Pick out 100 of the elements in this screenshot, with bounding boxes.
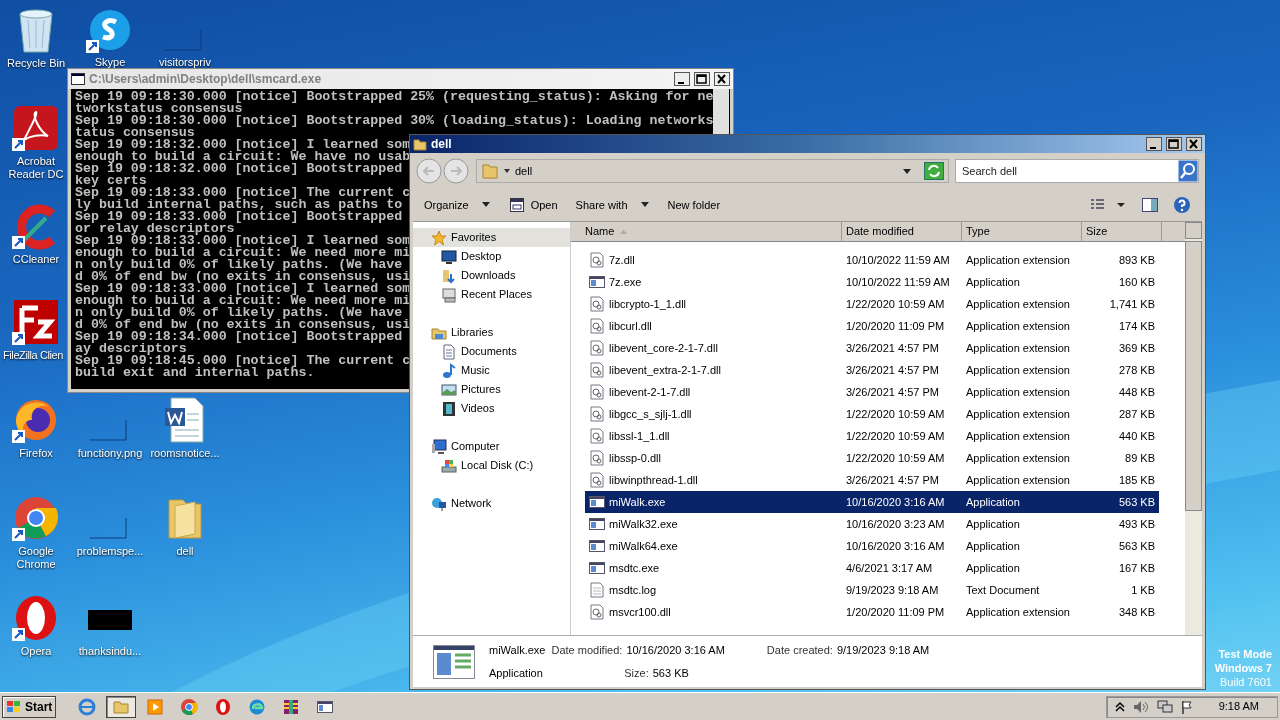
field-label: Size: [624, 665, 649, 681]
nav-item[interactable]: Videos [413, 399, 570, 418]
file-row[interactable]: msdtc.log 9/19/2023 9:18 AM Text Document 1 KB [585, 579, 1159, 601]
file-row[interactable]: miWalk32.exe 10/16/2020 3:23 AM Application 493 KB [585, 513, 1159, 535]
icon-label[interactable]: Google Chrome [5, 545, 67, 571]
sort-arrow-icon [620, 229, 628, 234]
maximize-icon[interactable] [1166, 137, 1182, 151]
table-cell-text: 10/10/2022 11:59 AM [845, 252, 951, 268]
nav-item[interactable]: Downloads [413, 266, 570, 285]
file-row[interactable]: libevent-2-1-7.dll 3/26/2021 4:57 PM Application extension 448 KB [585, 381, 1159, 403]
column-header[interactable]: Name [571, 222, 842, 241]
table-cell-text: Application extension [965, 428, 1071, 444]
nav-item[interactable]: Local Disk (C:) [413, 456, 570, 475]
console-line: enough to build a circuit: We need more mi [75, 247, 411, 259]
console-line: Sep 19 09:18:33.000 [notice] Bootstrapped [75, 211, 403, 223]
table-cell-text: 1/22/2020 10:59 AM [845, 450, 946, 466]
nav-item[interactable]: Favorites [413, 228, 570, 247]
file-row[interactable]: 7z.dll 10/10/2022 11:59 AM Application extension 893 KB [585, 249, 1159, 271]
icon-label[interactable]: Acrobat Reader DC [5, 155, 67, 181]
nav-item[interactable]: Computer [413, 437, 570, 456]
file-row[interactable]: libssp-0.dll 1/22/2020 10:59 AM Application extension 89 KB [585, 447, 1159, 469]
start-button[interactable]: Start [2, 695, 57, 718]
file-row[interactable]: miWalk64.exe 10/16/2020 3:16 AM Application 563 KB [585, 535, 1159, 557]
clock[interactable]: 9:18 AM [1218, 698, 1259, 715]
icon-label[interactable]: Recycle Bin [6, 57, 66, 70]
toolbar-button[interactable]: Organize [418, 193, 497, 217]
console-line: Sep 19 09:18:34.000 [notice] Bootstrapped [75, 331, 403, 343]
file-row[interactable]: libevent_core-2-1-7.dll 3/26/2021 4:57 PM Application extension 369 KB [585, 337, 1159, 359]
file-row[interactable]: msvcr100.dll 1/20/2020 11:09 PM Application extension 348 KB [585, 601, 1159, 623]
file-row[interactable]: libcrypto-1_1.dll 1/22/2020 10:59 AM Application extension 1,741 KB [585, 293, 1159, 315]
table-cell-text: 369 KB [1117, 340, 1155, 356]
file-name: 7z.dll [609, 252, 635, 268]
nav-item[interactable]: Libraries [413, 323, 570, 342]
file-row[interactable]: libwinpthread-1.dll 3/26/2021 4:57 PM Application extension 185 KB [585, 469, 1159, 491]
dll-file-icon [589, 406, 605, 422]
chevron-up-icon[interactable] [1114, 700, 1125, 713]
close-icon[interactable] [714, 72, 730, 86]
nav-item[interactable]: Desktop [413, 247, 570, 266]
refresh-icon[interactable] [924, 162, 944, 180]
nav-item[interactable]: Music [413, 361, 570, 380]
file-row[interactable]: msdtc.exe 4/6/2021 3:17 AM Application 167 KB [585, 557, 1159, 579]
table-cell-text: 1/20/2020 11:09 PM [845, 318, 946, 334]
icon-label[interactable]: visitorspriv [159, 56, 211, 68]
file-name: msdtc.log [609, 582, 657, 598]
column-header[interactable]: Type [962, 222, 1082, 241]
icon-label[interactable]: roomsnotice... [150, 447, 220, 460]
file-row[interactable]: 7z.exe 10/10/2022 11:59 AM Application 160 KB [585, 271, 1159, 293]
document-icon[interactable] [12, 104, 60, 152]
file-row[interactable]: libcurl.dll 1/20/2020 11:09 PM Application extension 174 KB [585, 315, 1159, 337]
icon-label[interactable]: CCleaner [12, 253, 60, 266]
file-row[interactable]: libevent_extra-2-1-7.dll 3/26/2021 4:57 PM Application extension 278 KB [585, 359, 1159, 381]
table-cell-text: 493 KB [1117, 516, 1155, 532]
console-line: ly build internal paths, such as paths to [75, 199, 403, 211]
column-header[interactable]: Size [1082, 222, 1162, 241]
taskbar-button[interactable] [106, 695, 137, 718]
file-row[interactable]: libgcc_s_sjlj-1.dll 1/22/2020 10:59 AM Application extension 287 KB [585, 403, 1159, 425]
console-line: tatus consensus [75, 127, 195, 139]
console-line: Sep 19 09:18:33.000 [notice] The current c [75, 187, 411, 199]
close-icon[interactable] [1186, 137, 1202, 151]
nav-item[interactable]: Recent Places [413, 285, 570, 304]
toolbar-button[interactable]: Open [502, 193, 564, 217]
help-icon[interactable] [1173, 196, 1191, 214]
search-field[interactable]: Search dell [955, 159, 1199, 183]
table-cell-text: 1/22/2020 10:59 AM [845, 406, 946, 422]
toolbar-button[interactable]: New folder [661, 193, 727, 217]
table-cell-text: 185 KB [1117, 472, 1155, 488]
network-icon[interactable] [1156, 699, 1173, 714]
filezilla-icon[interactable] [12, 298, 60, 346]
watermark-text: Windows 7 [1214, 661, 1272, 675]
file-row[interactable]: libssl-1_1.dll 1/22/2020 10:59 AM Application extension 440 KB [585, 425, 1159, 447]
column-header[interactable]: Date modified [842, 222, 962, 241]
icon-label[interactable]: Firefox [19, 447, 53, 460]
maximize-icon[interactable] [694, 72, 710, 86]
preview-pane-icon[interactable] [1141, 197, 1159, 213]
scrollbar[interactable] [1185, 222, 1202, 635]
flag-icon[interactable] [1180, 699, 1193, 714]
dll-file-icon [589, 428, 605, 444]
file-name: miWalk64.exe [609, 538, 678, 554]
minimize-icon[interactable] [1146, 137, 1162, 151]
icon-label[interactable]: functiony.png [77, 447, 143, 460]
file-row[interactable]: miWalk.exe 10/16/2020 3:16 AM Application 563 KB [585, 491, 1159, 513]
table-cell-text: Application extension [965, 340, 1071, 356]
dropdown-icon[interactable] [902, 167, 912, 175]
icon-label[interactable]: FileZilla Clien [3, 349, 64, 362]
table-cell-text: 3/26/2021 4:57 PM [845, 472, 940, 488]
chrome-icon[interactable] [12, 494, 60, 542]
scrollbar[interactable] [713, 89, 729, 134]
speaker-icon[interactable] [1132, 699, 1149, 714]
edge-icon [248, 697, 267, 716]
toolbar-button[interactable]: Share with [569, 193, 656, 217]
table-cell-text: 440 KB [1117, 428, 1155, 444]
table-cell-text: 3/26/2021 4:57 PM [845, 340, 940, 356]
search-icon[interactable] [1178, 160, 1198, 182]
table-cell-text: Application extension [965, 384, 1071, 400]
address-bar[interactable]: dell [476, 159, 949, 183]
minimize-icon[interactable] [674, 72, 690, 86]
nav-item[interactable]: Pictures [413, 380, 570, 399]
nav-item[interactable]: Documents [413, 342, 570, 361]
nav-item[interactable]: Network [413, 494, 570, 513]
icon-label[interactable]: Skype [94, 56, 126, 68]
